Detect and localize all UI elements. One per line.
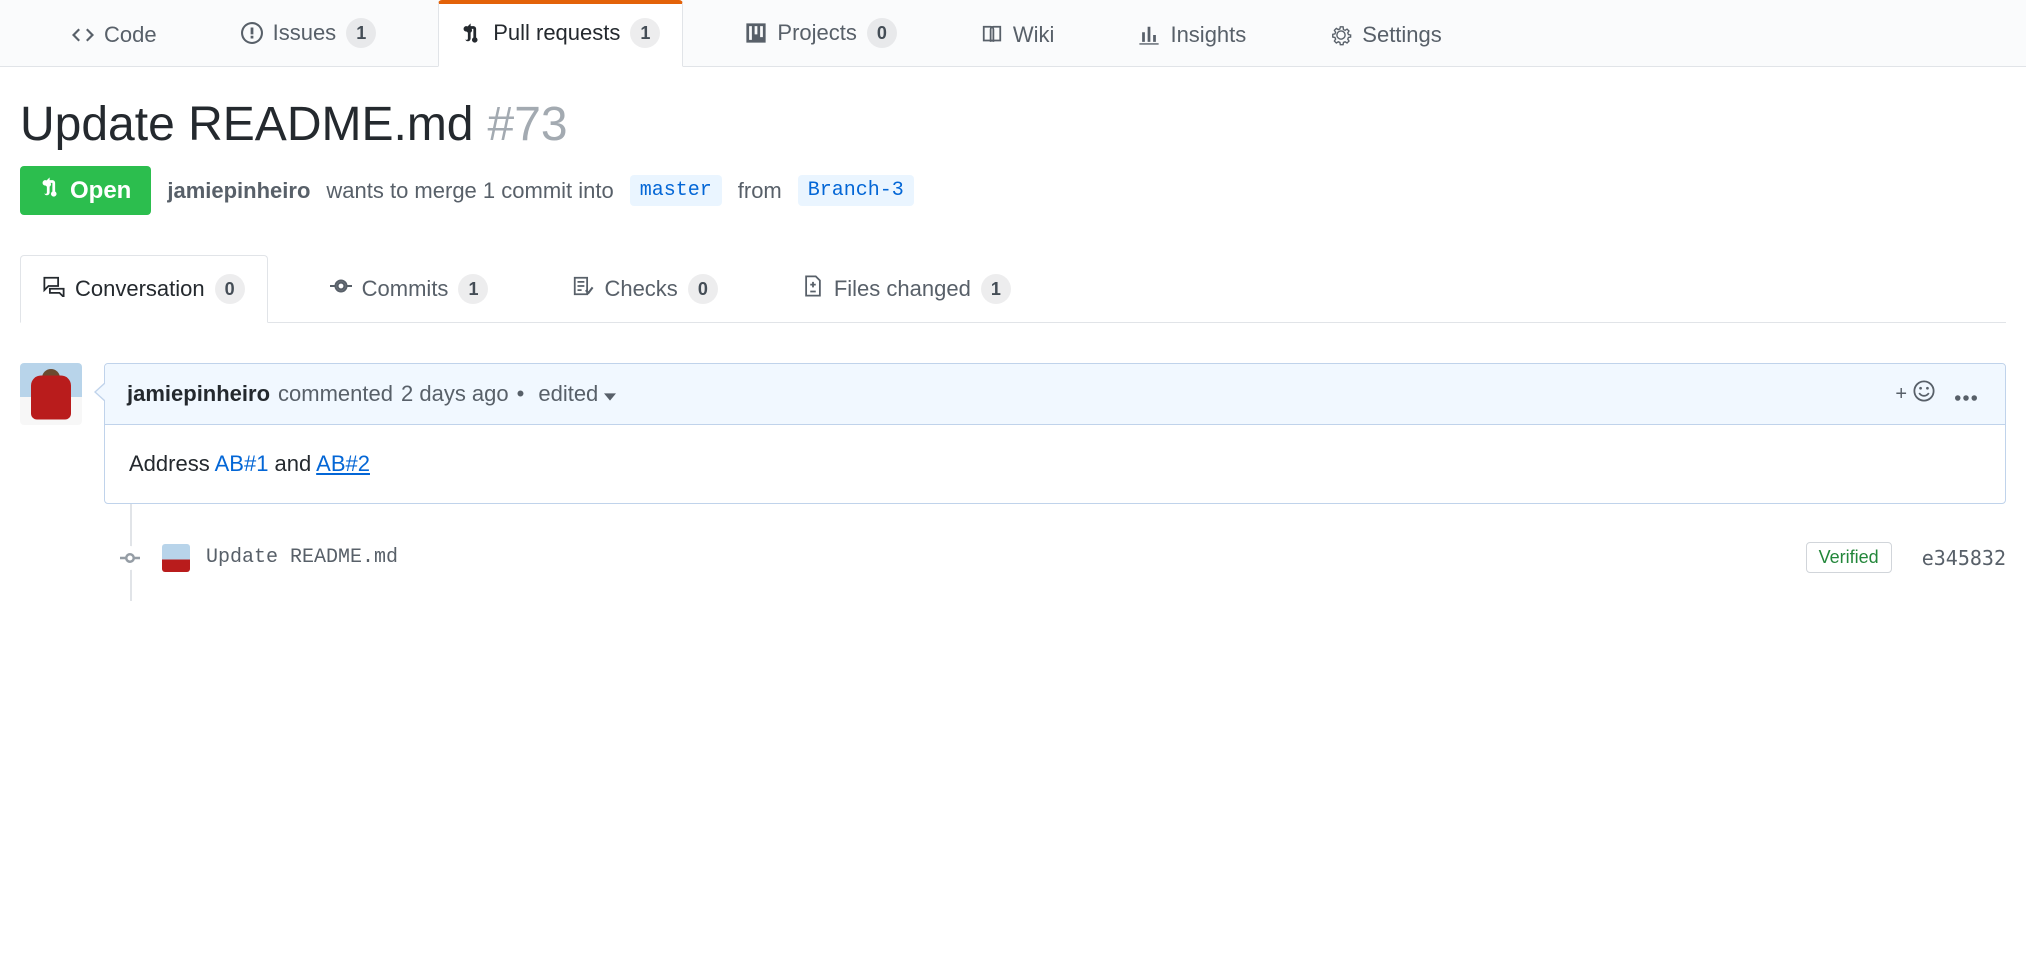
git-commit-icon (118, 546, 142, 570)
project-icon (745, 22, 767, 44)
ab-link-1[interactable]: AB#1 (215, 451, 269, 476)
edited-label: edited (538, 381, 598, 407)
subtab-files-label: Files changed (834, 276, 971, 302)
comment-time[interactable]: 2 days ago (401, 381, 509, 407)
state-label: Open (70, 177, 131, 205)
add-reaction-button[interactable]: + (1889, 380, 1941, 408)
edited-dropdown[interactable]: edited (532, 381, 622, 407)
commit-message[interactable]: Update README.md (206, 546, 398, 569)
pr-title: Update README.md (20, 97, 474, 152)
comment-author[interactable]: jamiepinheiro (127, 381, 270, 407)
tab-settings-label: Settings (1362, 22, 1442, 48)
subtab-checks-label: Checks (604, 276, 677, 302)
head-branch[interactable]: Branch-3 (798, 175, 914, 206)
book-icon (981, 24, 1003, 46)
avatar-column (20, 363, 82, 601)
comment-verb: commented (278, 381, 393, 407)
tab-projects-label: Projects (777, 20, 856, 46)
gear-icon (1330, 24, 1352, 46)
state-badge-open: Open (20, 166, 151, 215)
subtab-commits-label: Commits (362, 276, 449, 302)
tab-code-label: Code (104, 22, 157, 48)
comment-box: jamiepinheiro commented 2 days ago • edi… (104, 363, 2006, 504)
git-commit-icon (330, 275, 352, 303)
comment-body: Address AB#1 and AB#2 (105, 425, 2005, 503)
pr-meta-row: Open jamiepinheiro wants to merge 1 comm… (20, 166, 2006, 215)
tab-issues-label: Issues (273, 20, 337, 46)
code-icon (72, 24, 94, 46)
tab-pull-requests[interactable]: Pull requests 1 (438, 0, 683, 67)
smiley-icon (1913, 380, 1935, 408)
pull-requests-count: 1 (630, 18, 660, 48)
base-branch[interactable]: master (630, 175, 722, 206)
checks-count: 0 (688, 274, 718, 304)
merge-text-1: wants to merge 1 commit into (326, 178, 613, 204)
comment-header: jamiepinheiro commented 2 days ago • edi… (105, 364, 2005, 425)
kebab-menu-button[interactable] (1949, 381, 1983, 407)
issue-icon (241, 22, 263, 44)
timeline-track: Update README.md Verified e345832 (130, 504, 2006, 601)
tab-pull-requests-label: Pull requests (493, 20, 620, 46)
checklist-icon (572, 275, 594, 303)
pr-author[interactable]: jamiepinheiro (167, 178, 310, 204)
repo-tabs: Code Issues 1 Pull requests 1 Projects 0… (0, 0, 2026, 67)
subtab-conversation[interactable]: Conversation 0 (20, 255, 268, 323)
git-pull-request-icon (461, 22, 483, 44)
plus-icon: + (1895, 383, 1907, 406)
commit-row: Update README.md Verified e345832 (132, 534, 2006, 581)
timeline-column: jamiepinheiro commented 2 days ago • edi… (104, 363, 2006, 601)
issues-count: 1 (346, 18, 376, 48)
subtab-commits[interactable]: Commits 1 (308, 256, 511, 322)
tab-settings[interactable]: Settings (1308, 4, 1464, 66)
tab-insights-label: Insights (1170, 22, 1246, 48)
conversation-area: jamiepinheiro commented 2 days ago • edi… (20, 363, 2006, 601)
body-joiner: and (268, 451, 316, 476)
commit-sha[interactable]: e345832 (1922, 546, 2006, 570)
projects-count: 0 (867, 18, 897, 48)
subtab-files-changed[interactable]: Files changed 1 (780, 256, 1033, 322)
tab-wiki[interactable]: Wiki (959, 4, 1077, 66)
tab-wiki-label: Wiki (1013, 22, 1055, 48)
commit-author-avatar[interactable] (162, 544, 190, 572)
files-count: 1 (981, 274, 1011, 304)
graph-icon (1138, 24, 1160, 46)
ab-link-2[interactable]: AB#2 (316, 451, 370, 476)
git-pull-request-icon (40, 176, 62, 205)
subtab-checks[interactable]: Checks 0 (550, 256, 739, 322)
file-diff-icon (802, 275, 824, 303)
kebab-icon (1955, 381, 1977, 407)
pr-number: #73 (488, 97, 568, 152)
caret-down-icon (604, 381, 616, 407)
commits-count: 1 (458, 274, 488, 304)
tab-code[interactable]: Code (50, 4, 179, 66)
pr-title-row: Update README.md #73 (20, 97, 2006, 152)
tab-issues[interactable]: Issues 1 (219, 0, 399, 66)
avatar[interactable] (20, 363, 82, 425)
bullet: • (517, 381, 525, 407)
body-prefix: Address (129, 451, 215, 476)
merge-text-2: from (738, 178, 782, 204)
tab-projects[interactable]: Projects 0 (723, 0, 919, 66)
comment-discussion-icon (43, 275, 65, 303)
conversation-count: 0 (215, 274, 245, 304)
pr-subtabs: Conversation 0 Commits 1 Checks 0 Files … (20, 255, 2006, 323)
subtab-conversation-label: Conversation (75, 276, 205, 302)
tab-insights[interactable]: Insights (1116, 4, 1268, 66)
verified-badge[interactable]: Verified (1806, 542, 1892, 573)
main-content: Update README.md #73 Open jamiepinheiro … (0, 67, 2026, 601)
